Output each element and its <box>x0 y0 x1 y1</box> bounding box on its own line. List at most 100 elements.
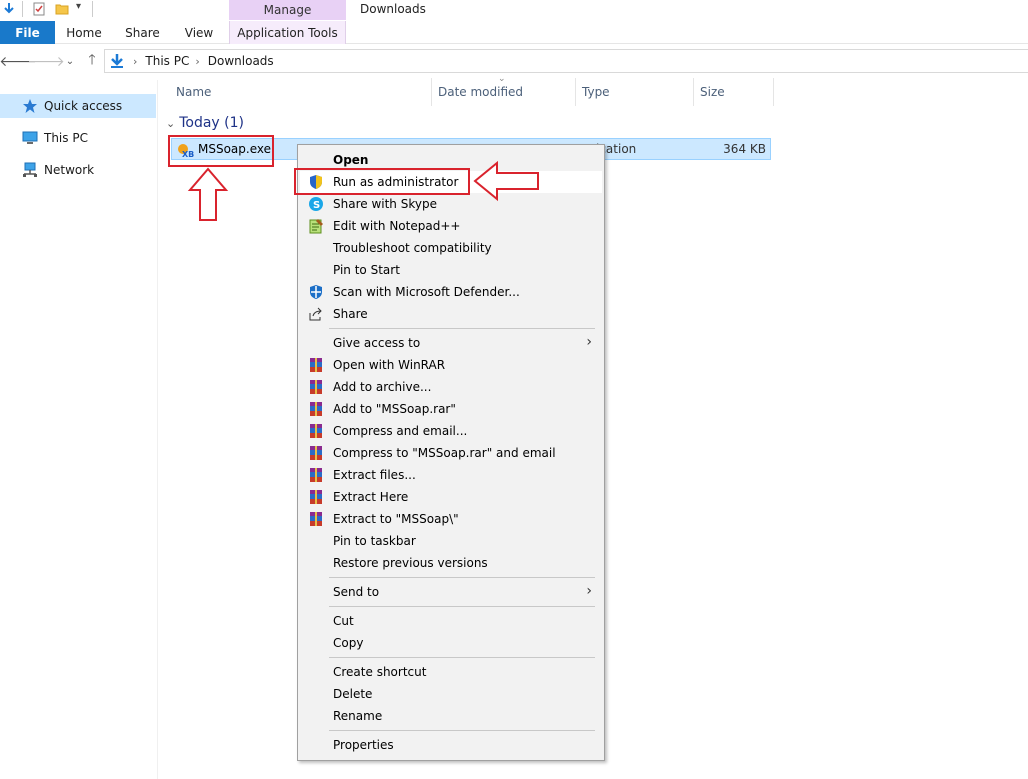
menu-item-label: Copy <box>333 636 364 650</box>
menu-item-give-access-to[interactable]: Give access to › <box>300 332 602 354</box>
menu-item-label: Share with Skype <box>333 197 437 211</box>
notepadpp-icon <box>309 219 323 234</box>
sidebar-item-label: Network <box>44 163 95 177</box>
winrar-icon <box>310 468 322 482</box>
new-folder-icon[interactable] <box>55 2 69 16</box>
menu-item-label: Add to "MSSoap.rar" <box>333 402 456 416</box>
defender-icon <box>310 285 322 299</box>
breadcrumb-separator-icon[interactable]: › <box>195 55 199 68</box>
menu-item-label: Delete <box>333 687 373 701</box>
menu-item-compress-and-email[interactable]: Compress and email... <box>300 420 602 442</box>
manage-label: Manage <box>229 0 346 20</box>
breadcrumb-this-pc[interactable]: This PC <box>145 54 189 68</box>
menu-item-label: Troubleshoot compatibility <box>333 241 492 255</box>
svg-text:S: S <box>313 200 320 211</box>
winrar-icon <box>310 402 322 416</box>
menu-item-extract-here[interactable]: Extract Here <box>300 486 602 508</box>
menu-item-share[interactable]: Share <box>300 303 602 325</box>
column-headers: Name Date modified ⌄ Type Size <box>170 74 790 106</box>
menu-item-open-with-winrar[interactable]: Open with WinRAR <box>300 354 602 376</box>
group-header-today[interactable]: ⌄ Today (1) <box>166 113 244 133</box>
menu-item-create-shortcut[interactable]: Create shortcut <box>300 661 602 683</box>
sidebar-item-quick-access[interactable]: Quick access <box>0 94 156 118</box>
menu-item-pin-to-start[interactable]: Pin to Start <box>300 259 602 281</box>
menu-item-cut[interactable]: Cut <box>300 610 602 632</box>
menu-item-label: Create shortcut <box>333 665 427 679</box>
menu-item-compress-to-rar-and-email[interactable]: Compress to "MSSoap.rar" and email <box>300 442 602 464</box>
submenu-chevron-icon: › <box>586 334 592 350</box>
menu-item-extract-to-mssoap[interactable]: Extract to "MSSoap\" <box>300 508 602 530</box>
column-header-type[interactable]: Type <box>576 78 694 106</box>
tab-home[interactable]: Home <box>58 21 110 44</box>
computer-icon <box>22 131 38 144</box>
tab-view[interactable]: View <box>174 21 224 44</box>
menu-item-label: Cut <box>333 614 354 628</box>
menu-item-edit-with-notepadpp[interactable]: Edit with Notepad++ <box>300 215 602 237</box>
menu-item-label: Extract to "MSSoap\" <box>333 512 459 526</box>
download-arrow-icon[interactable] <box>2 2 16 16</box>
address-bar[interactable]: › This PC › Downloads <box>104 49 1028 73</box>
ribbon: ▾ File Home Share View Manage Applicatio… <box>0 0 1028 44</box>
menu-item-properties[interactable]: Properties <box>300 734 602 756</box>
tab-share[interactable]: Share <box>115 21 170 44</box>
menu-item-add-to-archive[interactable]: Add to archive... <box>300 376 602 398</box>
back-arrow-icon[interactable]: 🡐 <box>0 51 37 71</box>
annotation-left-arrow-icon <box>473 160 539 202</box>
properties-icon[interactable] <box>32 2 46 16</box>
menu-item-delete[interactable]: Delete <box>300 683 602 705</box>
tab-application-tools[interactable]: Application Tools <box>229 21 346 44</box>
column-header-name[interactable]: Name <box>170 78 432 106</box>
menu-item-add-to-mssoap-rar[interactable]: Add to "MSSoap.rar" <box>300 398 602 420</box>
menu-separator <box>329 606 595 607</box>
menu-item-label: Give access to <box>333 336 421 350</box>
winrar-icon <box>310 424 322 438</box>
forward-arrow-icon[interactable]: 🡒 <box>27 51 65 71</box>
menu-item-send-to[interactable]: Send to › <box>300 581 602 603</box>
annotation-highlight-run-as-admin <box>294 168 470 195</box>
customize-qat-icon[interactable]: ▾ <box>76 1 81 12</box>
menu-item-label: Rename <box>333 709 383 723</box>
menu-item-label: Extract files... <box>333 468 416 482</box>
navigation-pane: Quick access This PC Network <box>0 80 158 779</box>
breadcrumb-downloads[interactable]: Downloads <box>208 54 274 68</box>
breadcrumb-separator-icon[interactable]: › <box>133 55 137 68</box>
sidebar-item-label: Quick access <box>44 99 123 113</box>
menu-separator <box>329 730 595 731</box>
up-arrow-icon[interactable]: 🡑 <box>82 51 102 71</box>
menu-item-label: Pin to taskbar <box>333 534 416 548</box>
winrar-icon <box>310 380 322 394</box>
downloads-folder-icon <box>111 54 123 68</box>
menu-item-label: Restore previous versions <box>333 556 488 570</box>
winrar-icon <box>310 512 322 526</box>
file-size: 364 KB <box>723 142 766 156</box>
column-header-size[interactable]: Size <box>694 78 774 106</box>
winrar-icon <box>310 490 322 504</box>
menu-item-extract-files[interactable]: Extract files... <box>300 464 602 486</box>
collapse-chevron-icon[interactable]: ⌄ <box>166 117 175 130</box>
sidebar-item-label: This PC <box>44 131 88 145</box>
tab-file[interactable]: File <box>0 21 55 44</box>
menu-item-label: Properties <box>333 738 394 752</box>
menu-item-share-with-skype[interactable]: S Share with Skype <box>300 193 602 215</box>
menu-item-scan-with-defender[interactable]: Scan with Microsoft Defender... <box>300 281 602 303</box>
menu-item-copy[interactable]: Copy <box>300 632 602 654</box>
menu-item-label: Extract Here <box>333 490 409 504</box>
menu-item-label: Open with WinRAR <box>333 358 446 372</box>
menu-item-label: Send to <box>333 585 380 599</box>
sort-chevron-icon: ⌄ <box>498 74 506 84</box>
menu-item-restore-previous-versions[interactable]: Restore previous versions <box>300 552 602 574</box>
recent-locations-chevron-icon[interactable]: ⌄ <box>60 51 80 71</box>
menu-item-pin-to-taskbar[interactable]: Pin to taskbar <box>300 530 602 552</box>
sidebar-item-this-pc[interactable]: This PC <box>0 126 156 150</box>
navigation-bar: 🡐 🡒 ⌄ 🡑 › This PC › Downloads <box>0 45 1028 77</box>
winrar-icon <box>310 446 322 460</box>
quick-access-toolbar: ▾ <box>0 0 100 20</box>
sidebar-item-network[interactable]: Network <box>0 158 156 182</box>
share-icon <box>309 307 322 321</box>
menu-separator <box>329 657 595 658</box>
menu-item-label: Add to archive... <box>333 380 432 394</box>
menu-item-troubleshoot-compatibility[interactable]: Troubleshoot compatibility <box>300 237 602 259</box>
group-label: Today (1) <box>179 115 244 131</box>
menu-item-rename[interactable]: Rename <box>300 705 602 727</box>
network-icon <box>23 162 37 177</box>
